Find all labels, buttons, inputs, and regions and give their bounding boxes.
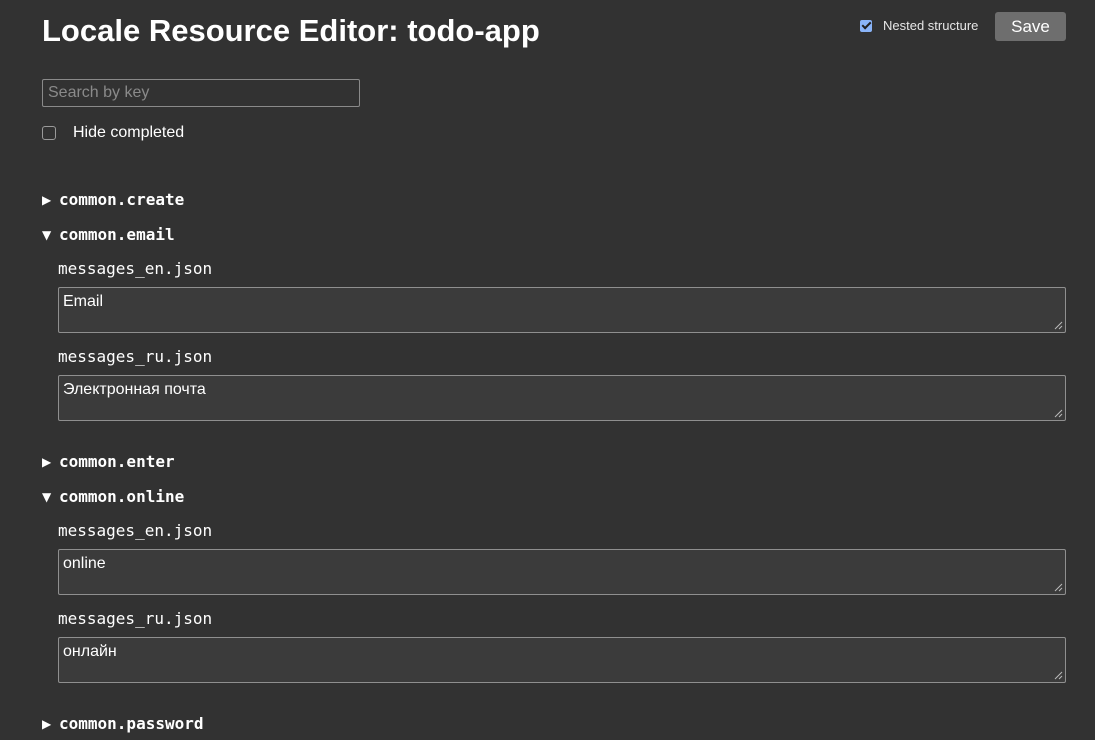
expanded-arrow-icon: ▼: [42, 489, 52, 504]
save-button[interactable]: Save: [995, 12, 1066, 41]
section-key: common.create: [59, 190, 185, 209]
translation-input-online-ru[interactable]: онлайн: [58, 637, 1066, 683]
section-header-common-password[interactable]: ▶ common.password: [42, 714, 204, 733]
expanded-arrow-icon: ▼: [42, 227, 52, 242]
section-header-common-online[interactable]: ▼ common.online: [42, 487, 184, 506]
file-label-en: messages_en.json: [58, 259, 213, 278]
section-header-common-create[interactable]: ▶ common.create: [42, 190, 184, 209]
search-input[interactable]: [42, 79, 360, 107]
nested-structure-toggle[interactable]: Nested structure: [860, 18, 978, 33]
resize-handle-icon[interactable]: [1054, 321, 1063, 330]
file-label-ru: messages_ru.json: [58, 609, 213, 628]
collapsed-arrow-icon: ▶: [42, 192, 52, 207]
page-title: Locale Resource Editor: todo-app: [42, 13, 540, 48]
section-key: common.email: [59, 225, 175, 244]
resize-handle-icon[interactable]: [1054, 671, 1063, 680]
collapsed-arrow-icon: ▶: [42, 454, 52, 469]
section-key: common.online: [59, 487, 185, 506]
hide-completed-label: Hide completed: [73, 124, 185, 141]
translation-input-email-en[interactable]: Email: [58, 287, 1066, 333]
hide-completed-checkbox[interactable]: [42, 126, 56, 140]
section-header-common-email[interactable]: ▼ common.email: [42, 225, 175, 244]
section-header-common-enter[interactable]: ▶ common.enter: [42, 452, 175, 471]
resize-handle-icon[interactable]: [1054, 409, 1063, 418]
translation-input-online-en[interactable]: online: [58, 549, 1066, 595]
resize-handle-icon[interactable]: [1054, 583, 1063, 592]
collapsed-arrow-icon: ▶: [42, 716, 52, 731]
file-label-ru: messages_ru.json: [58, 347, 213, 366]
translation-input-email-ru[interactable]: Электронная почта: [58, 375, 1066, 421]
nested-structure-label: Nested structure: [883, 18, 979, 33]
file-label-en: messages_en.json: [58, 521, 213, 540]
section-key: common.enter: [59, 452, 175, 471]
hide-completed-toggle[interactable]: Hide completed: [42, 124, 184, 142]
section-key: common.password: [59, 714, 204, 733]
nested-structure-checkbox[interactable]: [860, 19, 872, 32]
